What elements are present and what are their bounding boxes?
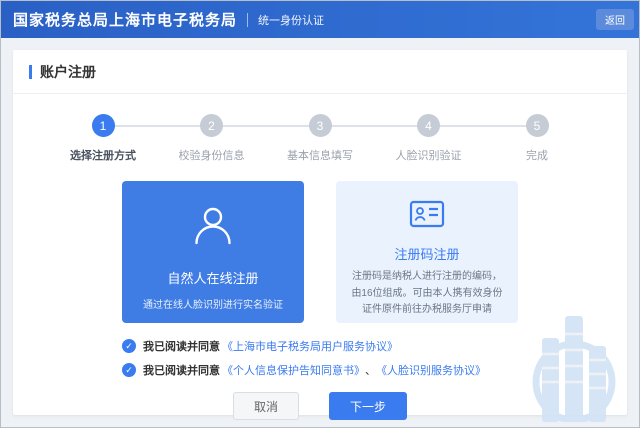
main-panel: 账户注册 1 选择注册方式 2 校验身份信息 3 基本信息填写 4 人脸识别验证… [13, 50, 627, 415]
step-5-label: 完成 [526, 147, 548, 163]
step-5-complete: 5 完成 [491, 114, 583, 163]
page-title: 账户注册 [40, 62, 96, 82]
header: 国家税务总局上海市电子税务局 统一身份认证 返回 [1, 1, 639, 38]
user-service-agreement-link[interactable]: 《上海市电子税务局用户服务协议》 [222, 338, 398, 354]
natural-card-desc: 通过在线人脸识别进行实名验证 [143, 296, 283, 311]
title-accent-bar [29, 65, 32, 79]
step-1-label: 选择注册方式 [70, 147, 136, 163]
step-3-circle: 3 [309, 114, 332, 137]
checkbox-checked-icon[interactable]: ✓ [122, 363, 136, 377]
step-3-basic-info: 3 基本信息填写 [274, 114, 366, 163]
person-icon [190, 203, 236, 254]
code-card-title: 注册码注册 [394, 244, 459, 263]
agreement-row-privacy: ✓ 我已阅读并同意 《个人信息保护告知同意书》 、 《人脸识别服务协议》 [122, 362, 518, 378]
step-5-circle: 5 [526, 114, 549, 137]
privacy-notice-link[interactable]: 《个人信息保护告知同意书》 [222, 362, 365, 378]
step-1-circle: 1 [92, 114, 115, 137]
step-3-label: 基本信息填写 [287, 147, 353, 163]
agreement-separator: 、 [365, 362, 376, 378]
step-2-label: 校验身份信息 [179, 147, 245, 163]
app-title: 国家税务总局上海市电子税务局 [13, 9, 237, 30]
natural-card-title: 自然人在线注册 [167, 268, 258, 287]
step-2-verify-identity: 2 校验身份信息 [166, 114, 258, 163]
step-2-circle: 2 [200, 114, 223, 137]
step-4-label: 人脸识别验证 [396, 147, 462, 163]
header-subtitle: 统一身份认证 [258, 12, 324, 28]
face-recognition-agreement-link[interactable]: 《人脸识别服务协议》 [376, 362, 486, 378]
agreements-section: ✓ 我已阅读并同意 《上海市电子税务局用户服务协议》 ✓ 我已阅读并同意 《个人… [122, 338, 518, 378]
next-step-button[interactable]: 下一步 [329, 392, 407, 420]
action-buttons: 取消 下一步 [13, 392, 627, 420]
back-button[interactable]: 返回 [596, 9, 634, 30]
agreement-row-user-service: ✓ 我已阅读并同意 《上海市电子税务局用户服务协议》 [122, 338, 518, 354]
header-divider [247, 13, 248, 27]
code-card-desc: 注册码是纳税人进行注册的编码，由16位组成。可由本人携有效身份证件原件前往办税服… [336, 269, 518, 319]
agreement-prefix: 我已阅读并同意 [143, 362, 220, 378]
step-4-face-recognition: 4 人脸识别验证 [383, 114, 475, 163]
registration-code-card[interactable]: 注册码注册 注册码是纳税人进行注册的编码，由16位组成。可由本人携有效身份证件原… [336, 181, 518, 323]
natural-person-registration-card[interactable]: 自然人在线注册 通过在线人脸识别进行实名验证 [122, 181, 304, 323]
page-title-row: 账户注册 [13, 50, 627, 94]
registration-choices: 自然人在线注册 通过在线人脸识别进行实名验证 注册码注册 注册码是纳税人进行注册… [13, 181, 627, 323]
step-1-choose-method: 1 选择注册方式 [57, 114, 149, 163]
id-card-icon [406, 193, 448, 240]
step-indicator: 1 选择注册方式 2 校验身份信息 3 基本信息填写 4 人脸识别验证 5 完成 [57, 114, 583, 163]
cancel-button[interactable]: 取消 [233, 392, 299, 420]
checkbox-checked-icon[interactable]: ✓ [122, 339, 136, 353]
agreement-prefix: 我已阅读并同意 [143, 338, 220, 354]
step-4-circle: 4 [417, 114, 440, 137]
